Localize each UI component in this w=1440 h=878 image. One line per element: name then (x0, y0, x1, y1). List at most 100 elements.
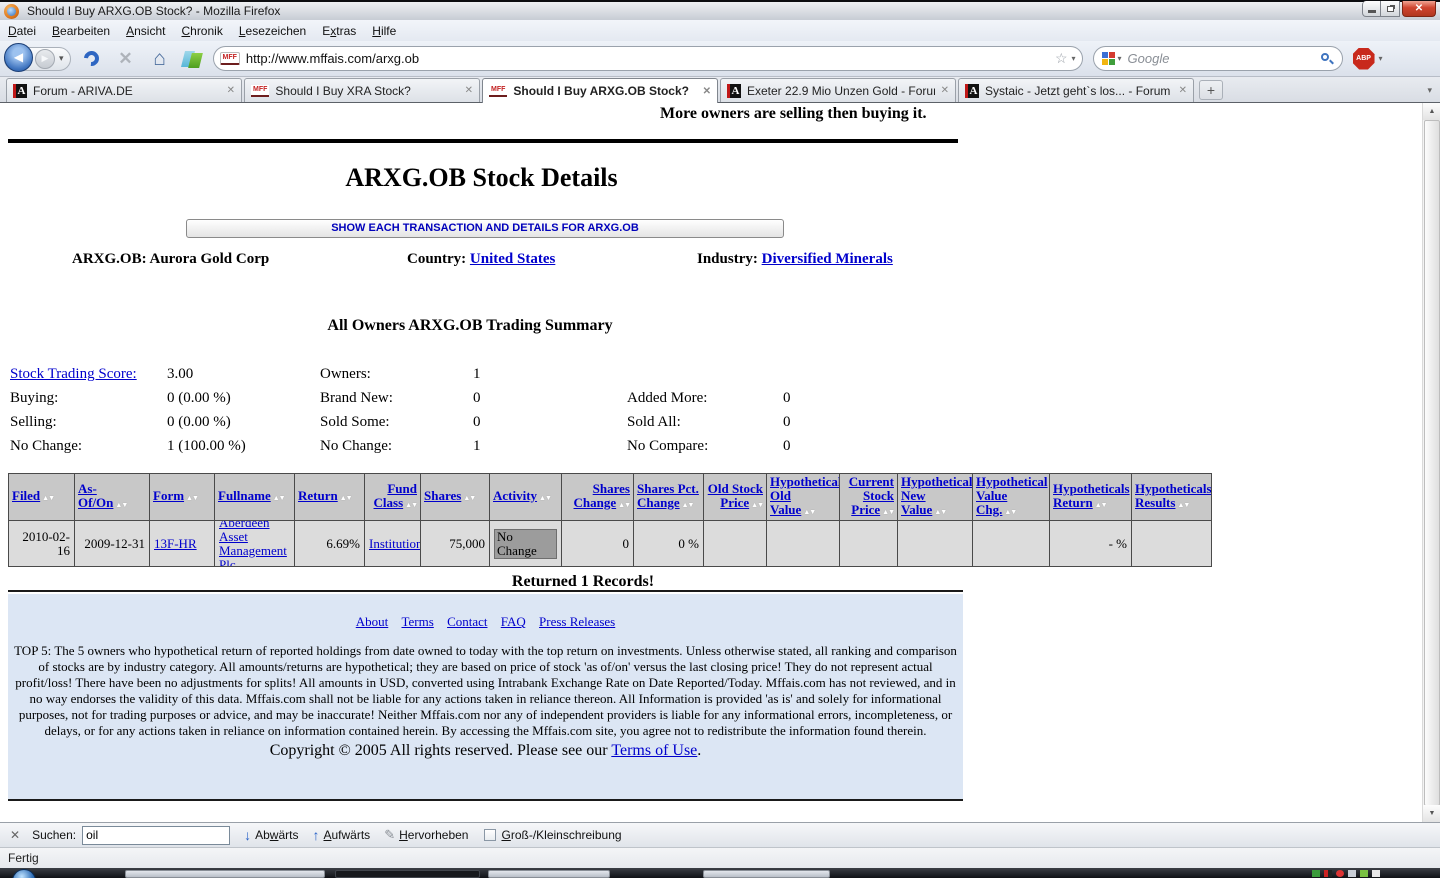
terms-link[interactable]: Terms (402, 614, 434, 629)
google-engine-icon[interactable] (1102, 52, 1115, 65)
back-button[interactable]: ◀ (4, 43, 33, 72)
owners-table: Filed▲▼ As-Of/On▲▼ Form▲▼ Fullname▲▼ Ret… (8, 473, 1212, 567)
contact-link[interactable]: Contact (447, 614, 487, 629)
adblock-dropdown-icon[interactable]: ▾ (1379, 54, 1383, 63)
terms-of-use-link[interactable]: Terms of Use (611, 742, 697, 759)
col-as-of-on[interactable]: As-Of/On (78, 481, 113, 510)
match-case-checkbox[interactable] (484, 829, 496, 841)
table-header-row: Filed▲▼ As-Of/On▲▼ Form▲▼ Fullname▲▼ Ret… (9, 474, 1211, 521)
tab-close-icon[interactable]: ✕ (227, 85, 235, 96)
tab-arxg-stock-active[interactable]: MFF Should I Buy ARXG.OB Stock? ✕ (482, 78, 718, 103)
sort-icon[interactable]: ▲▼ (1004, 508, 1016, 516)
start-button[interactable] (12, 869, 36, 878)
tab-close-icon[interactable]: ✕ (703, 86, 711, 97)
col-hypotheticals-results[interactable]: Hypotheticals Results (1135, 481, 1211, 510)
cell-form-link[interactable]: 13F-HR (154, 537, 197, 551)
url-input[interactable] (246, 51, 1051, 66)
sort-icon[interactable]: ▲▼ (463, 494, 475, 502)
col-form[interactable]: Form (153, 488, 184, 503)
sort-icon[interactable]: ▲▼ (618, 501, 630, 509)
col-activity[interactable]: Activity (493, 488, 537, 503)
tab-forum-ariva[interactable]: A Forum - ARIVA.DE ✕ (6, 78, 242, 102)
sort-icon[interactable]: ▲▼ (934, 508, 946, 516)
cell-fund-class-link[interactable]: Institution (369, 537, 420, 551)
new-tab-button[interactable]: + (1199, 80, 1223, 100)
about-link[interactable]: About (356, 614, 389, 629)
forward-button[interactable]: ▶ (35, 49, 55, 69)
sort-icon[interactable]: ▲▼ (539, 494, 551, 502)
menu-bearbeiten[interactable]: Bearbeiten (52, 24, 110, 38)
tab-exeter-forum[interactable]: A Exeter 22.9 Mio Unzen Gold - Forum... … (720, 78, 956, 102)
taskbar-window-button[interactable] (125, 870, 325, 878)
stock-trading-score-link[interactable]: Stock Trading Score: (10, 366, 137, 382)
col-filed[interactable]: Filed (12, 488, 40, 503)
taskbar-window-button[interactable] (703, 870, 830, 878)
menu-extras[interactable]: Extras (322, 24, 356, 38)
press-releases-link[interactable]: Press Releases (539, 614, 615, 629)
search-engine-dropdown-icon[interactable]: ▾ (1118, 54, 1122, 63)
home-button[interactable]: ⌂ (147, 46, 173, 72)
country-link[interactable]: United States (470, 251, 555, 267)
menu-hilfe[interactable]: Hilfe (372, 24, 396, 38)
tab-close-icon[interactable]: ✕ (465, 85, 473, 96)
findbar-close-icon[interactable]: ✕ (10, 828, 20, 842)
tray-icon[interactable] (1360, 870, 1368, 877)
vertical-scrollbar[interactable]: ▲ ▼ (1422, 103, 1440, 822)
close-window-button[interactable]: ✕ (1402, 1, 1436, 17)
find-input[interactable] (82, 826, 230, 845)
menu-ansicht[interactable]: Ansicht (126, 24, 165, 38)
menu-lesezeichen[interactable]: Lesezeichen (239, 24, 306, 38)
taskbar-window-button[interactable] (488, 870, 610, 878)
tab-xra-stock[interactable]: MFF Should I Buy XRA Stock? ✕ (244, 78, 480, 102)
highlight-all-button[interactable]: ✎ Hervorheben (384, 827, 468, 843)
col-hypotheticals-return[interactable]: Hypotheticals Return (1053, 481, 1130, 510)
reload-button[interactable] (79, 46, 105, 72)
tray-icon[interactable] (1324, 870, 1332, 877)
col-return[interactable]: Return (298, 488, 338, 503)
sort-icon[interactable]: ▲▼ (803, 508, 815, 516)
menu-chronik[interactable]: Chronik (181, 24, 222, 38)
stop-button[interactable]: ✕ (113, 46, 139, 72)
search-icon[interactable] (1320, 52, 1334, 66)
faq-link[interactable]: FAQ (501, 614, 526, 629)
restore-button[interactable] (1381, 1, 1400, 17)
tab-close-icon[interactable]: ✕ (1179, 85, 1187, 96)
find-previous-button[interactable]: ↑ Aufwärts (312, 827, 370, 843)
find-next-button[interactable]: ↓ Abwärts (244, 827, 298, 843)
scroll-down-icon[interactable]: ▼ (1423, 805, 1440, 822)
scrollbar-thumb[interactable] (1424, 120, 1440, 806)
history-dropdown-icon[interactable]: ▾ (59, 53, 64, 64)
sort-icon[interactable]: ▲▼ (186, 494, 198, 502)
taskbar-window-button-active[interactable] (335, 870, 480, 878)
sort-icon[interactable]: ▲▼ (115, 501, 127, 509)
industry-link[interactable]: Diversified Minerals (762, 251, 893, 267)
sort-icon[interactable]: ▲▼ (273, 494, 285, 502)
sort-icon[interactable]: ▲▼ (682, 501, 694, 509)
sort-icon[interactable]: ▲▼ (340, 494, 352, 502)
col-fullname[interactable]: Fullname (218, 488, 271, 503)
tab-close-icon[interactable]: ✕ (941, 85, 949, 96)
adblock-icon[interactable]: ABP (1353, 48, 1375, 70)
list-all-tabs-icon[interactable]: ▾ (1427, 85, 1432, 96)
tray-icon[interactable] (1372, 870, 1380, 877)
sort-icon[interactable]: ▲▼ (882, 508, 894, 516)
tray-icon[interactable] (1348, 870, 1356, 877)
col-shares[interactable]: Shares (424, 488, 461, 503)
minimize-button[interactable] (1362, 1, 1381, 17)
show-transactions-button[interactable]: SHOW EACH TRANSACTION AND DETAILS FOR AR… (186, 219, 784, 238)
menu-datei[interactable]: Datei (8, 24, 36, 38)
sort-icon[interactable]: ▲▼ (1177, 501, 1189, 509)
tray-icon[interactable] (1312, 870, 1320, 877)
sort-icon[interactable]: ▲▼ (42, 494, 54, 502)
scroll-up-icon[interactable]: ▲ (1423, 103, 1440, 120)
cell-fullname-link[interactable]: Aberdeen Asset Management Plc (219, 521, 290, 566)
web-search-input[interactable] (1128, 51, 1320, 66)
sort-icon[interactable]: ▲▼ (1095, 501, 1107, 509)
sort-icon[interactable]: ▲▼ (751, 501, 763, 509)
sort-icon[interactable]: ▲▼ (405, 501, 417, 509)
url-dropdown-icon[interactable]: ▾ (1072, 54, 1076, 63)
tab-systaic-forum[interactable]: A Systaic - Jetzt geht`s los... - Forum … (958, 78, 1194, 102)
bookmark-star-icon[interactable]: ☆ (1055, 50, 1068, 67)
tray-icon[interactable] (1336, 870, 1344, 877)
addon-button[interactable] (181, 48, 203, 70)
